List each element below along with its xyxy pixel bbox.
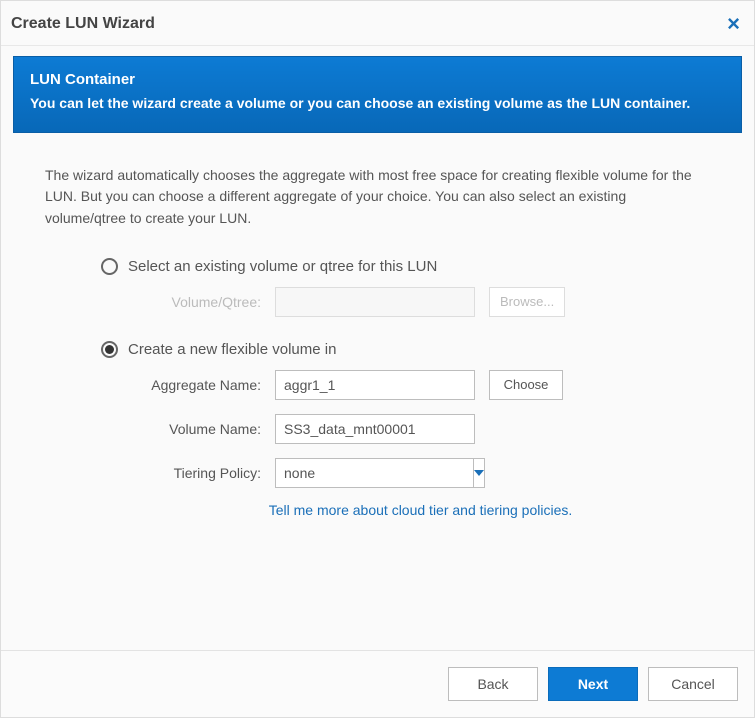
option-existing-label: Select an existing volume or qtree for t…	[128, 258, 437, 275]
close-icon[interactable]: ×	[727, 13, 740, 35]
cancel-button[interactable]: Cancel	[648, 667, 738, 701]
create-subform: Aggregate Name: Choose Volume Name: Tier…	[131, 370, 710, 520]
tiering-policy-label: Tiering Policy:	[131, 465, 261, 481]
dialog-header: Create LUN Wizard ×	[1, 1, 754, 46]
chevron-down-icon	[474, 470, 484, 476]
tiering-policy-toggle[interactable]	[473, 458, 485, 488]
radio-existing[interactable]	[101, 258, 118, 275]
choose-button[interactable]: Choose	[489, 370, 563, 400]
dialog-footer: Back Next Cancel	[1, 650, 754, 717]
volume-qtree-input	[275, 287, 475, 317]
create-lun-wizard-dialog: Create LUN Wizard × LUN Container You ca…	[0, 0, 755, 718]
next-button[interactable]: Next	[548, 667, 638, 701]
volume-name-input[interactable]	[275, 414, 475, 444]
info-banner: LUN Container You can let the wizard cre…	[13, 56, 742, 133]
aggregate-name-label: Aggregate Name:	[131, 377, 261, 393]
dialog-title: Create LUN Wizard	[11, 15, 155, 33]
tiering-policy-dropdown[interactable]	[275, 458, 475, 488]
banner-title: LUN Container	[30, 71, 725, 88]
dialog-body: The wizard automatically chooses the agg…	[1, 133, 754, 650]
existing-subform: Volume/Qtree: Browse...	[131, 287, 710, 317]
radio-create[interactable]	[101, 341, 118, 358]
volume-qtree-label: Volume/Qtree:	[131, 294, 261, 310]
option-existing-row[interactable]: Select an existing volume or qtree for t…	[101, 258, 710, 275]
volume-name-label: Volume Name:	[131, 421, 261, 437]
browse-button: Browse...	[489, 287, 565, 317]
tiering-help-link[interactable]: Tell me more about cloud tier and tierin…	[269, 502, 573, 518]
option-create-row[interactable]: Create a new flexible volume in	[101, 341, 710, 358]
intro-text: The wizard automatically chooses the agg…	[45, 165, 710, 230]
aggregate-name-input[interactable]	[275, 370, 475, 400]
tiering-policy-input[interactable]	[275, 458, 473, 488]
banner-text: You can let the wizard create a volume o…	[30, 94, 725, 114]
back-button[interactable]: Back	[448, 667, 538, 701]
option-create-label: Create a new flexible volume in	[128, 341, 336, 358]
